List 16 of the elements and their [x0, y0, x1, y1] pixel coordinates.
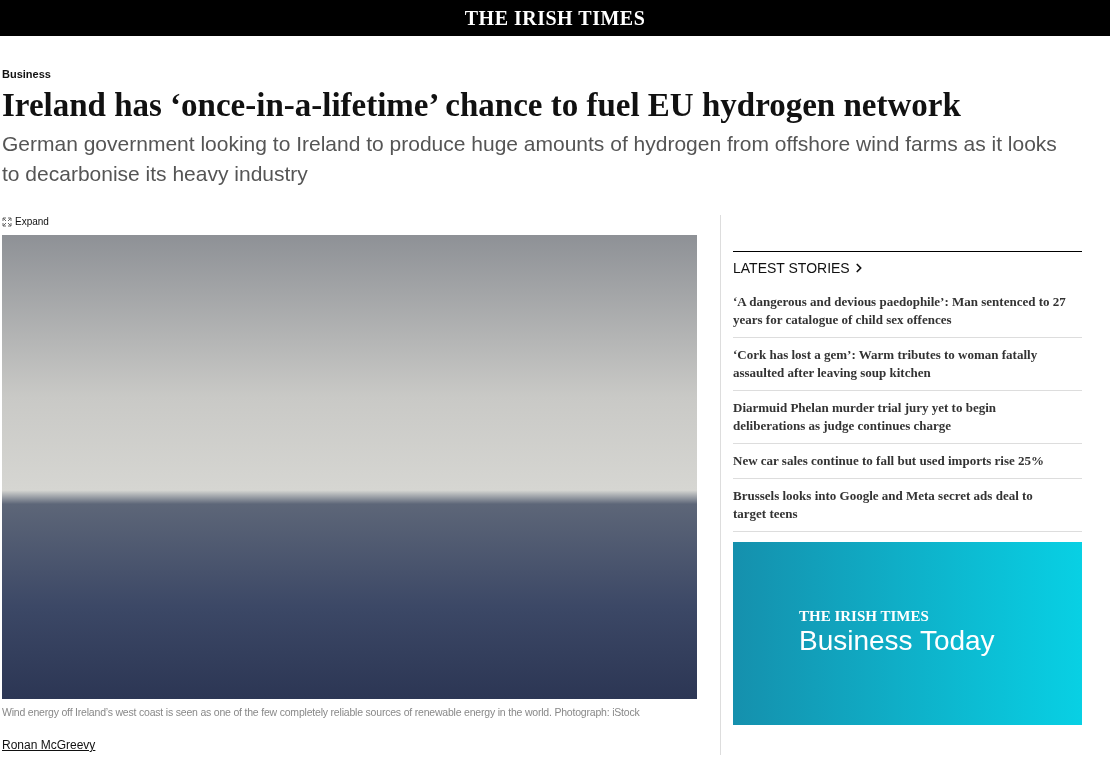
headline: Ireland has ‘once-in-a-lifetime’ chance to fuel EU hydrogen network [2, 85, 962, 125]
promo-title: Business Today [799, 624, 996, 658]
expand-button[interactable]: Expand [2, 214, 49, 229]
story-link[interactable]: ‘A dangerous and devious paedophile’: Man sentenced to 27 years for catalogue of child sex offences [733, 292, 1068, 329]
story-link[interactable]: ‘Cork has lost a gem’: Warm tributes to woman fatally assaulted after leaving soup kitchen [733, 345, 1068, 382]
standfirst: German government looking to Ireland to produce huge amounts of hydrogen from offshore wind farms as it looks to decarbonise its heavy industry [2, 130, 1058, 187]
story-link[interactable]: Diarmuid Phelan murder trial jury yet to begin deliberations as judge continues charge [733, 398, 1068, 435]
section-label[interactable]: Business [2, 66, 1108, 83]
photo-caption: Wind energy off Ireland’s west coast is seen as one of the few completely reliable sources of renewable energy in the world. Photograph: iStock [2, 704, 641, 720]
author-link[interactable]: Ronan McGreevy [2, 736, 96, 755]
expand-icon [2, 216, 12, 227]
story-link[interactable]: New car sales continue to fall but used imports rise 25% [733, 451, 1068, 470]
promo-brand: THE IRISH TIMES [799, 608, 930, 624]
latest-stories-link[interactable]: LATEST STORIES [733, 257, 866, 279]
site-logo[interactable]: THE IRISH TIMES [464, 3, 646, 33]
story-link[interactable]: Brussels looks into Google and Meta secret ads deal to target teens [733, 486, 1068, 523]
